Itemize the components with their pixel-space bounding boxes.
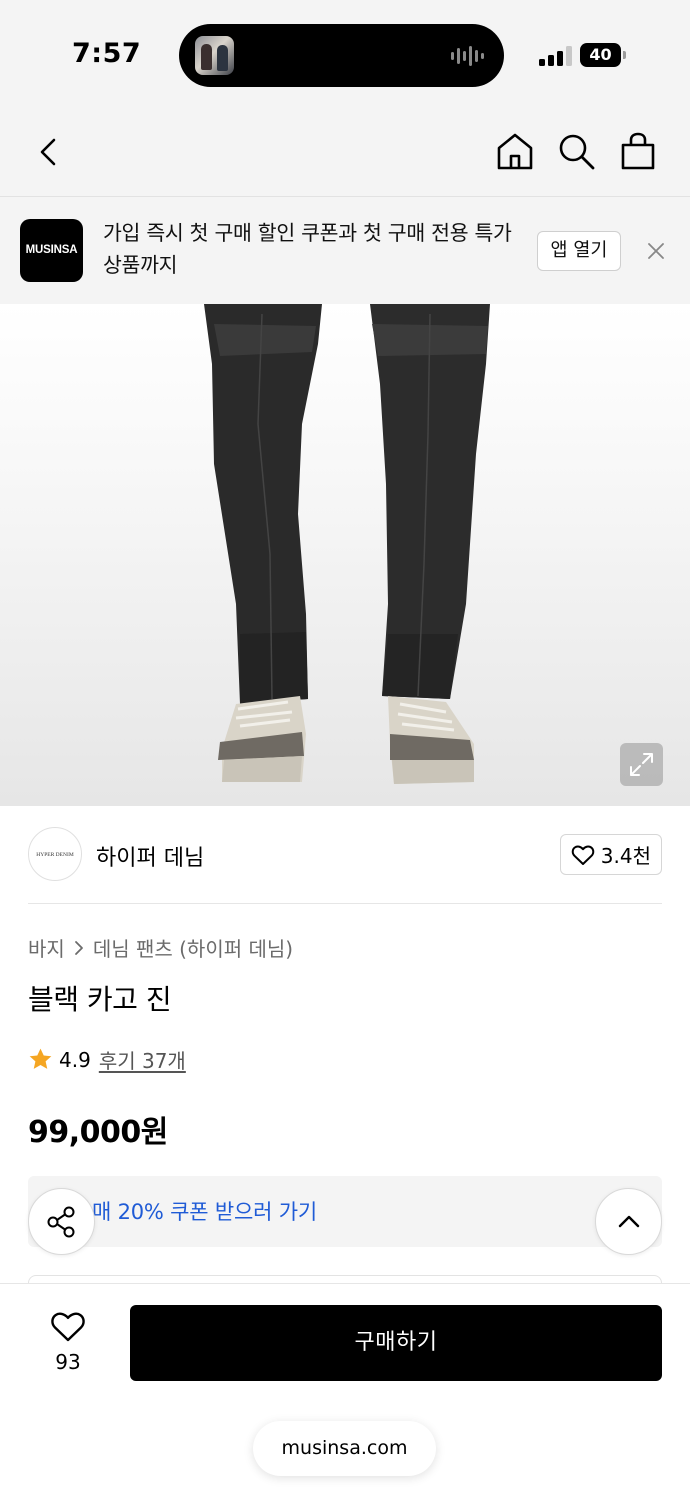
wishlist-button[interactable]: 93: [40, 1306, 96, 1376]
app-install-banner: MUSINSA 가입 즉시 첫 구매 할인 쿠폰과 첫 구매 전용 특가 상품까…: [0, 197, 690, 304]
expand-icon: [630, 753, 653, 776]
rating-score: 4.9: [59, 1047, 91, 1072]
heart-icon: [571, 845, 595, 865]
search-icon[interactable]: [555, 130, 597, 172]
scroll-to-top-button[interactable]: [595, 1188, 662, 1255]
status-time: 7:57: [72, 38, 142, 69]
rating-row: 4.9 후기 37개: [28, 1045, 186, 1074]
product-photo-jeans: [204, 304, 490, 784]
coupon-text[interactable]: 매 20% 쿠폰 받으러 가기: [92, 1196, 317, 1226]
star-icon: [29, 1048, 52, 1069]
wishlist-count: 93: [55, 1350, 81, 1374]
cellular-signal-icon: [539, 46, 572, 66]
status-bar: 7:57 40: [0, 0, 690, 110]
coupon-banner[interactable]: 매 20% 쿠폰 받으러 가기: [28, 1176, 662, 1247]
product-title: 블랙 카고 진: [28, 983, 172, 1016]
share-button[interactable]: [28, 1188, 95, 1255]
chevron-up-icon: [618, 1215, 640, 1228]
share-icon: [47, 1206, 75, 1238]
battery-icon: 40: [580, 43, 626, 67]
product-image[interactable]: [0, 304, 690, 806]
battery-tip: [623, 51, 626, 59]
brand-name[interactable]: 하이퍼 데님: [96, 840, 204, 872]
brand-logo[interactable]: HYPER DENIM: [28, 827, 82, 881]
expand-image-button[interactable]: [620, 743, 663, 786]
open-app-button[interactable]: 앱 열기: [537, 231, 621, 271]
dynamic-island[interactable]: [179, 24, 504, 87]
buy-button[interactable]: 구매하기: [130, 1305, 662, 1381]
back-icon[interactable]: [30, 132, 70, 172]
heart-icon: [51, 1312, 85, 1342]
breadcrumb: 바지 데님 팬츠 (하이퍼 데님): [28, 933, 293, 962]
review-link[interactable]: 후기 37개: [99, 1045, 186, 1074]
browser-url-bar[interactable]: musinsa.com: [253, 1421, 436, 1476]
home-icon[interactable]: [494, 130, 536, 172]
banner-message: 가입 즉시 첫 구매 할인 쿠폰과 첫 구매 전용 특가 상품까지: [103, 221, 512, 277]
product-price: 99,000원: [28, 1115, 168, 1150]
nav-bar: [0, 110, 690, 197]
chevron-right-icon: [74, 940, 83, 955]
close-icon[interactable]: [644, 239, 668, 263]
musinsa-logo: MUSINSA: [20, 219, 83, 282]
like-brand-button[interactable]: 3.4천: [559, 834, 662, 875]
breadcrumb-item-subcategory[interactable]: 데님 팬츠 (하이퍼 데님): [93, 933, 293, 962]
now-playing-thumbnail: [195, 36, 234, 75]
audio-wave-icon: [451, 46, 484, 66]
brand-like-count: 3.4천: [600, 844, 651, 868]
brand-row[interactable]: HYPER DENIM 하이퍼 데님 3.4천: [28, 806, 662, 904]
shopping-bag-icon[interactable]: [617, 130, 659, 172]
battery-level: 40: [580, 43, 621, 67]
breadcrumb-item-category[interactable]: 바지: [28, 933, 65, 962]
